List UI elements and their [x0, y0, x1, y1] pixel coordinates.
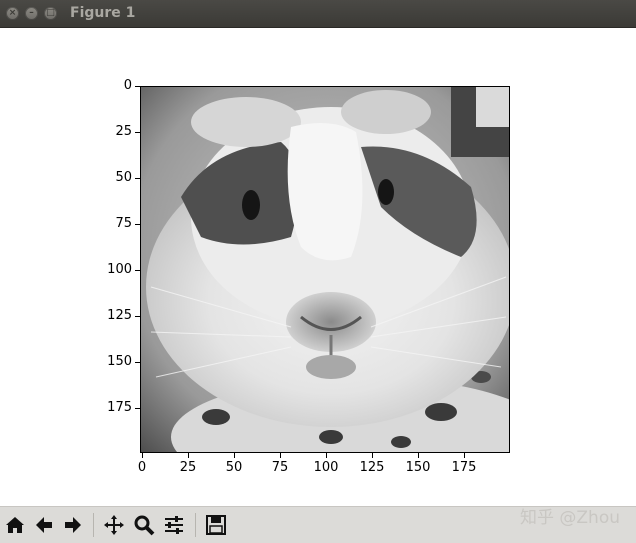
- configure-subplots-button[interactable]: [161, 511, 187, 539]
- title-bar: × – □ Figure 1: [0, 0, 636, 28]
- guinea-pig-image: [141, 87, 509, 452]
- home-icon: [6, 517, 24, 533]
- y-tick-label: 75: [115, 216, 132, 231]
- y-tick-label: 0: [123, 78, 132, 93]
- x-tick-label: 150: [405, 460, 431, 475]
- y-tick-label: 25: [115, 124, 132, 139]
- save-button[interactable]: [203, 511, 229, 539]
- x-tick-label: 25: [179, 460, 197, 475]
- y-tickmark: [135, 132, 140, 133]
- forward-button[interactable]: [60, 511, 86, 539]
- x-tick-label: 50: [225, 460, 243, 475]
- x-tickmark: [234, 453, 235, 458]
- y-tickmark: [135, 270, 140, 271]
- y-tickmark: [135, 224, 140, 225]
- y-tickmark: [135, 362, 140, 363]
- toolbar-separator: [195, 513, 196, 537]
- y-tick-label: 100: [107, 262, 132, 277]
- y-tick-label: 175: [107, 400, 132, 415]
- image-axes[interactable]: [140, 86, 510, 453]
- close-icon: ×: [8, 8, 17, 18]
- x-tick-label: 0: [137, 460, 147, 475]
- x-tickmark: [326, 453, 327, 458]
- y-tick-label: 150: [107, 354, 132, 369]
- y-tickmark: [135, 178, 140, 179]
- home-button[interactable]: [2, 511, 28, 539]
- x-tickmark: [142, 453, 143, 458]
- x-tickmark: [418, 453, 419, 458]
- back-button[interactable]: [31, 511, 57, 539]
- maximize-window-button[interactable]: □: [44, 7, 57, 20]
- x-tickmark: [280, 453, 281, 458]
- x-tickmark: [188, 453, 189, 458]
- forward-icon: [65, 517, 81, 533]
- x-tick-label: 125: [359, 460, 385, 475]
- y-tickmark: [135, 86, 140, 87]
- zoom-button[interactable]: [131, 511, 157, 539]
- pan-button[interactable]: [101, 511, 127, 539]
- toolbar-separator: [93, 513, 94, 537]
- x-tick-label: 75: [271, 460, 289, 475]
- x-tick-label: 100: [313, 460, 339, 475]
- configure-subplots-icon: [165, 516, 183, 534]
- maximize-icon: □: [46, 8, 55, 18]
- save-icon: [206, 515, 226, 535]
- x-tickmark: [372, 453, 373, 458]
- close-window-button[interactable]: ×: [6, 7, 19, 20]
- x-tick-label: 175: [451, 460, 477, 475]
- y-tick-label: 125: [107, 308, 132, 323]
- minimize-icon: –: [29, 8, 34, 18]
- pan-icon: [104, 515, 124, 535]
- window-title: Figure 1: [70, 5, 136, 21]
- x-tickmark: [464, 453, 465, 458]
- y-tick-label: 50: [115, 170, 132, 185]
- back-icon: [36, 517, 52, 533]
- watermark: 知乎 @Zhou: [520, 508, 620, 528]
- y-tickmark: [135, 316, 140, 317]
- zoom-icon: [134, 515, 155, 536]
- minimize-window-button[interactable]: –: [25, 7, 38, 20]
- y-tickmark: [135, 408, 140, 409]
